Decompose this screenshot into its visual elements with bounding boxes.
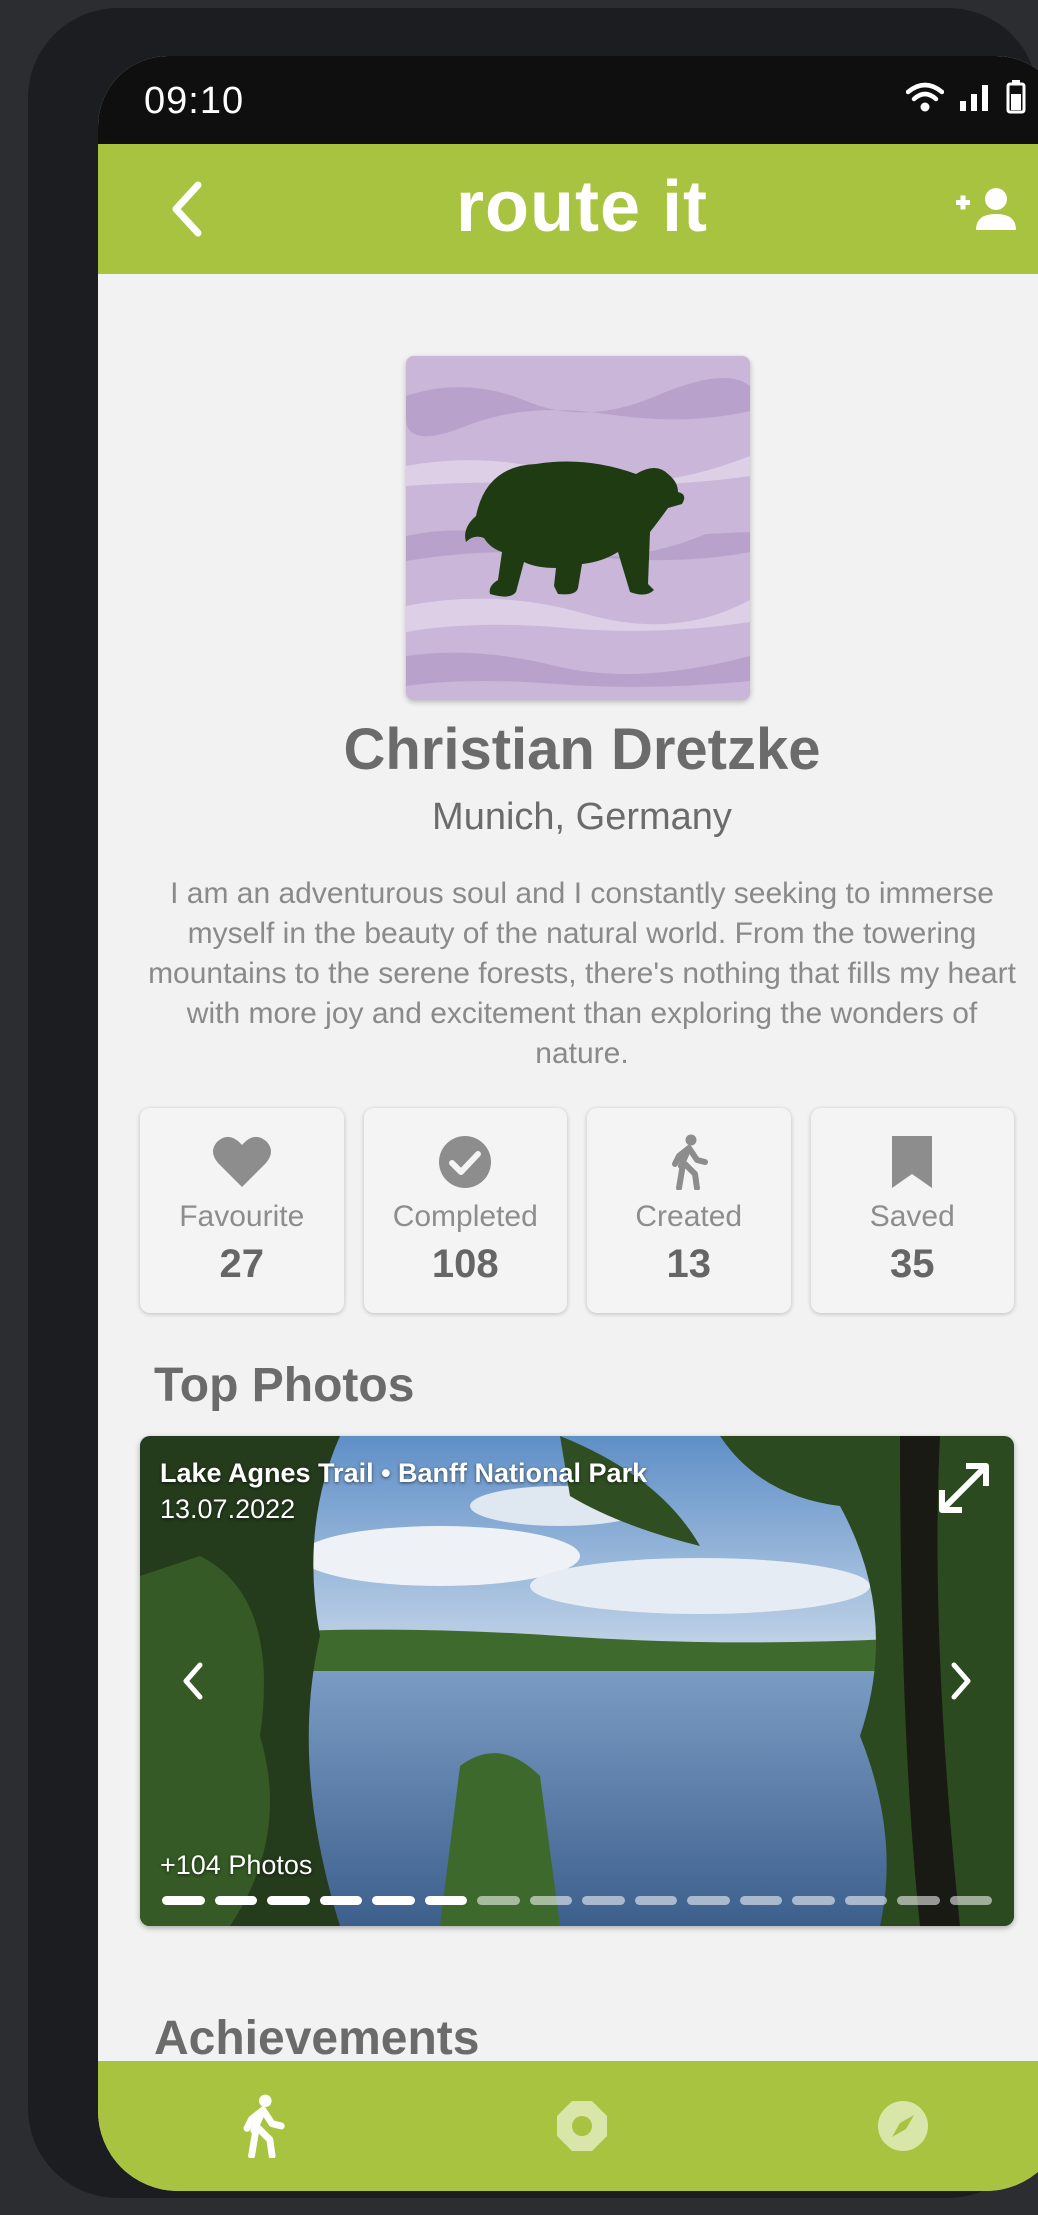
- carousel-dot[interactable]: [897, 1896, 940, 1905]
- stat-label: Saved: [869, 1200, 955, 1233]
- achievements-title: Achievements: [154, 2012, 480, 2065]
- nav-explore-button[interactable]: [868, 2091, 938, 2161]
- status-time: 09:10: [144, 80, 245, 122]
- carousel-dot[interactable]: [529, 1896, 572, 1905]
- carousel-dot[interactable]: [739, 1896, 782, 1905]
- app-title: route it: [456, 167, 708, 247]
- app-bar: route it: [98, 144, 1038, 274]
- stat-value: 13: [666, 1242, 712, 1286]
- battery-icon: [1006, 80, 1026, 114]
- stat-value: 27: [219, 1242, 265, 1286]
- status-bar: 09:10: [98, 56, 1038, 144]
- chevron-left-icon: [183, 1662, 203, 1700]
- carousel-dot[interactable]: [214, 1896, 257, 1905]
- carousel-dot[interactable]: [687, 1896, 730, 1905]
- stat-completed[interactable]: Completed 108: [363, 1108, 567, 1313]
- add-friend-button[interactable]: [954, 182, 1024, 242]
- bottom-nav: [98, 2061, 1038, 2191]
- signal-icon: [960, 85, 988, 111]
- nav-hike-button[interactable]: [228, 2091, 298, 2161]
- top-photos-title: Top Photos: [154, 1359, 415, 1412]
- hiker-icon: [243, 2094, 285, 2158]
- device-frame: 09:10 route it Christian Dretzke Munich,…: [28, 8, 1038, 2198]
- bookmark-icon: [890, 1134, 934, 1190]
- carousel-dot[interactable]: [372, 1896, 415, 1905]
- carousel-dot[interactable]: [477, 1896, 520, 1905]
- stat-label: Completed: [392, 1200, 538, 1233]
- carousel-dot[interactable]: [792, 1896, 835, 1905]
- nav-center-button[interactable]: [547, 2091, 617, 2161]
- chevron-right-icon: [951, 1662, 971, 1700]
- carousel-dot[interactable]: [844, 1896, 887, 1905]
- add-user-icon: [956, 188, 1016, 230]
- carousel-dot[interactable]: [634, 1896, 677, 1905]
- bear-avatar-image: [406, 356, 750, 700]
- stat-value: 108: [431, 1242, 499, 1286]
- carousel-dot[interactable]: [319, 1896, 362, 1905]
- stat-favourite[interactable]: Favourite 27: [140, 1108, 344, 1313]
- more-photos-label: +104 Photos: [160, 1850, 313, 1880]
- next-photo-button[interactable]: [946, 1661, 976, 1701]
- photo-date: 13.07.2022: [160, 1494, 296, 1524]
- compass-icon: [878, 2101, 928, 2151]
- status-icons: [906, 80, 1026, 114]
- octagon-icon: [557, 2101, 607, 2151]
- expand-button[interactable]: [936, 1460, 992, 1516]
- stat-value: 35: [890, 1242, 935, 1286]
- screen: 09:10 route it Christian Dretzke Munich,…: [98, 56, 1038, 2191]
- expand-icon: [939, 1463, 989, 1513]
- carousel-dots: [162, 1896, 992, 1905]
- stat-created[interactable]: Created 13: [587, 1108, 791, 1313]
- stat-label: Created: [635, 1200, 743, 1233]
- stats-row: Favourite 27 Completed 108 Created 13 Sa…: [140, 1108, 1014, 1313]
- avatar: [406, 356, 750, 700]
- carousel-dot[interactable]: [582, 1896, 625, 1905]
- carousel-dot[interactable]: [162, 1896, 205, 1905]
- profile-location: Munich, Germany: [432, 796, 732, 838]
- photo-carousel[interactable]: Lake Agnes Trail • Banff National Park 1…: [140, 1436, 1014, 1926]
- photo-caption: Lake Agnes Trail • Banff National Park: [160, 1458, 648, 1488]
- profile-bio: I am an adventurous soul and I constantl…: [148, 877, 1016, 1070]
- check-circle-icon: [437, 1134, 493, 1190]
- hiker-icon: [669, 1134, 709, 1190]
- heart-icon: [212, 1134, 272, 1190]
- profile-name: Christian Dretzke: [343, 717, 821, 782]
- previous-photo-button[interactable]: [178, 1661, 208, 1701]
- wifi-icon: [906, 82, 944, 112]
- stat-saved[interactable]: Saved 35: [810, 1108, 1014, 1313]
- stat-label: Favourite: [179, 1200, 305, 1233]
- carousel-dot[interactable]: [949, 1896, 992, 1905]
- carousel-dot[interactable]: [424, 1896, 467, 1905]
- carousel-dot[interactable]: [267, 1896, 310, 1905]
